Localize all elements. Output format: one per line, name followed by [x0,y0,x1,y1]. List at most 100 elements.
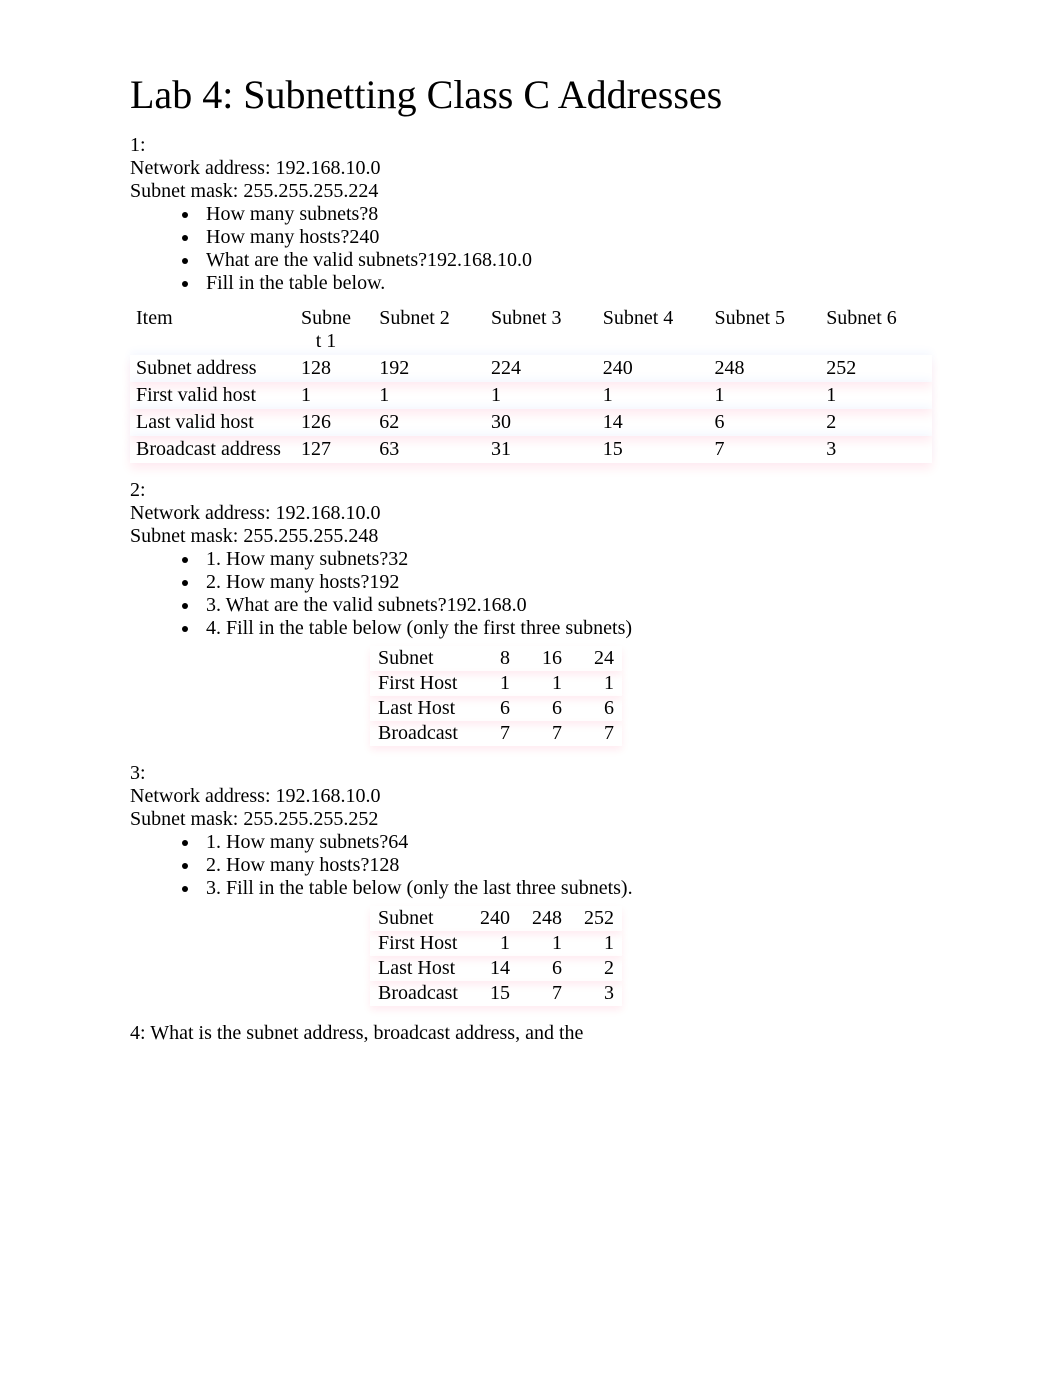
q3-network-address: Network address: 192.168.10.0 [130,785,932,808]
cell: 252 [570,906,622,931]
cell: 15 [466,981,518,1006]
q2-bullet-valid: 3. What are the valid subnets?192.168.0 [200,594,932,617]
q1-network-address: Network address: 192.168.10.0 [130,157,932,180]
cell: 128 [295,355,373,382]
cell: 15 [597,436,709,463]
table-row: Subnet 240 248 252 [370,906,622,931]
cell: First valid host [130,382,295,409]
table-row: Broadcast address 127 63 31 15 7 3 [130,436,932,463]
q1-bullet-hosts: How many hosts?240 [200,226,932,249]
cell: 6 [518,956,570,981]
cell: 6 [466,696,518,721]
cell: 1 [820,382,932,409]
cell: 1 [570,931,622,956]
cell: 16 [518,646,570,671]
cell: 7 [570,721,622,746]
q2-bullet-fill: 4. Fill in the table below (only the fir… [200,617,932,640]
cell: 8 [466,646,518,671]
cell: 248 [708,355,820,382]
q2-bullet-subnets: 1. How many subnets?32 [200,548,932,571]
question-4: 4: What is the subnet address, broadcast… [130,1022,932,1045]
cell: 240 [466,906,518,931]
cell: 62 [373,409,485,436]
question-3: 3: Network address: 192.168.10.0 Subnet … [130,762,932,1006]
cell: 1 [518,671,570,696]
cell: Subnet [370,906,466,931]
q4-text: 4: What is the subnet address, broadcast… [130,1022,932,1045]
cell: Subnet [370,646,466,671]
table-row: Broadcast 15 7 3 [370,981,622,1006]
cell: 6 [708,409,820,436]
cell: 1 [466,931,518,956]
q1-th-sub2: Subnet 2 [373,305,485,355]
q1-bullet-valid: What are the valid subnets?192.168.10.0 [200,249,932,272]
q3-number: 3: [130,762,932,785]
cell: 14 [597,409,709,436]
question-1: 1: Network address: 192.168.10.0 Subnet … [130,134,932,463]
q1-th-sub1: Subnet 1 [295,305,373,355]
cell: First Host [370,671,466,696]
cell: 192 [373,355,485,382]
q3-bullet-fill: 3. Fill in the table below (only the las… [200,877,932,900]
cell: 1 [485,382,597,409]
table-row: Subnet address 128 192 224 240 248 252 [130,355,932,382]
cell: 252 [820,355,932,382]
cell: 3 [820,436,932,463]
cell: Last Host [370,696,466,721]
cell: 24 [570,646,622,671]
table-row: First Host 1 1 1 [370,671,622,696]
table-row: Last Host 6 6 6 [370,696,622,721]
table-row: Broadcast 7 7 7 [370,721,622,746]
q2-table: Subnet 8 16 24 First Host 1 1 1 Last Hos… [370,646,622,746]
q3-bullet-subnets: 1. How many subnets?64 [200,831,932,854]
cell: 6 [518,696,570,721]
cell: Last Host [370,956,466,981]
cell: 224 [485,355,597,382]
table-row: First valid host 1 1 1 1 1 1 [130,382,932,409]
cell: 7 [518,981,570,1006]
cell: 6 [570,696,622,721]
table-row: Last Host 14 6 2 [370,956,622,981]
q1-th-sub6: Subnet 6 [820,305,932,355]
q1-bullet-subnets: How many subnets?8 [200,203,932,226]
page-title: Lab 4: Subnetting Class C Addresses [130,80,932,110]
cell: 14 [466,956,518,981]
q1-table: Item Subnet 1 Subnet 2 Subnet 3 Subnet 4… [130,305,932,463]
q2-network-address: Network address: 192.168.10.0 [130,502,932,525]
q1-th-item: Item [130,305,295,355]
cell: 30 [485,409,597,436]
q1-th-sub5: Subnet 5 [708,305,820,355]
cell: 31 [485,436,597,463]
cell: First Host [370,931,466,956]
cell: 1 [597,382,709,409]
table-row: Subnet 8 16 24 [370,646,622,671]
cell: 126 [295,409,373,436]
cell: 1 [466,671,518,696]
cell: 1 [518,931,570,956]
q3-subnet-mask: Subnet mask: 255.255.255.252 [130,808,932,831]
cell: 1 [708,382,820,409]
cell: 1 [295,382,373,409]
cell: Broadcast address [130,436,295,463]
q1-th-sub4: Subnet 4 [597,305,709,355]
table-row: First Host 1 1 1 [370,931,622,956]
cell: 3 [570,981,622,1006]
cell: Subnet address [130,355,295,382]
cell: 7 [708,436,820,463]
cell: 2 [820,409,932,436]
cell: 248 [518,906,570,931]
q2-bullet-hosts: 2. How many hosts?192 [200,571,932,594]
q1-subnet-mask: Subnet mask: 255.255.255.224 [130,180,932,203]
q2-number: 2: [130,479,932,502]
cell: 240 [597,355,709,382]
q1-th-sub3: Subnet 3 [485,305,597,355]
cell: Last valid host [130,409,295,436]
cell: 2 [570,956,622,981]
cell: 7 [518,721,570,746]
q2-subnet-mask: Subnet mask: 255.255.255.248 [130,525,932,548]
cell: 63 [373,436,485,463]
cell: 1 [373,382,485,409]
q1-number: 1: [130,134,932,157]
cell: 7 [466,721,518,746]
q3-table: Subnet 240 248 252 First Host 1 1 1 Last… [370,906,622,1006]
